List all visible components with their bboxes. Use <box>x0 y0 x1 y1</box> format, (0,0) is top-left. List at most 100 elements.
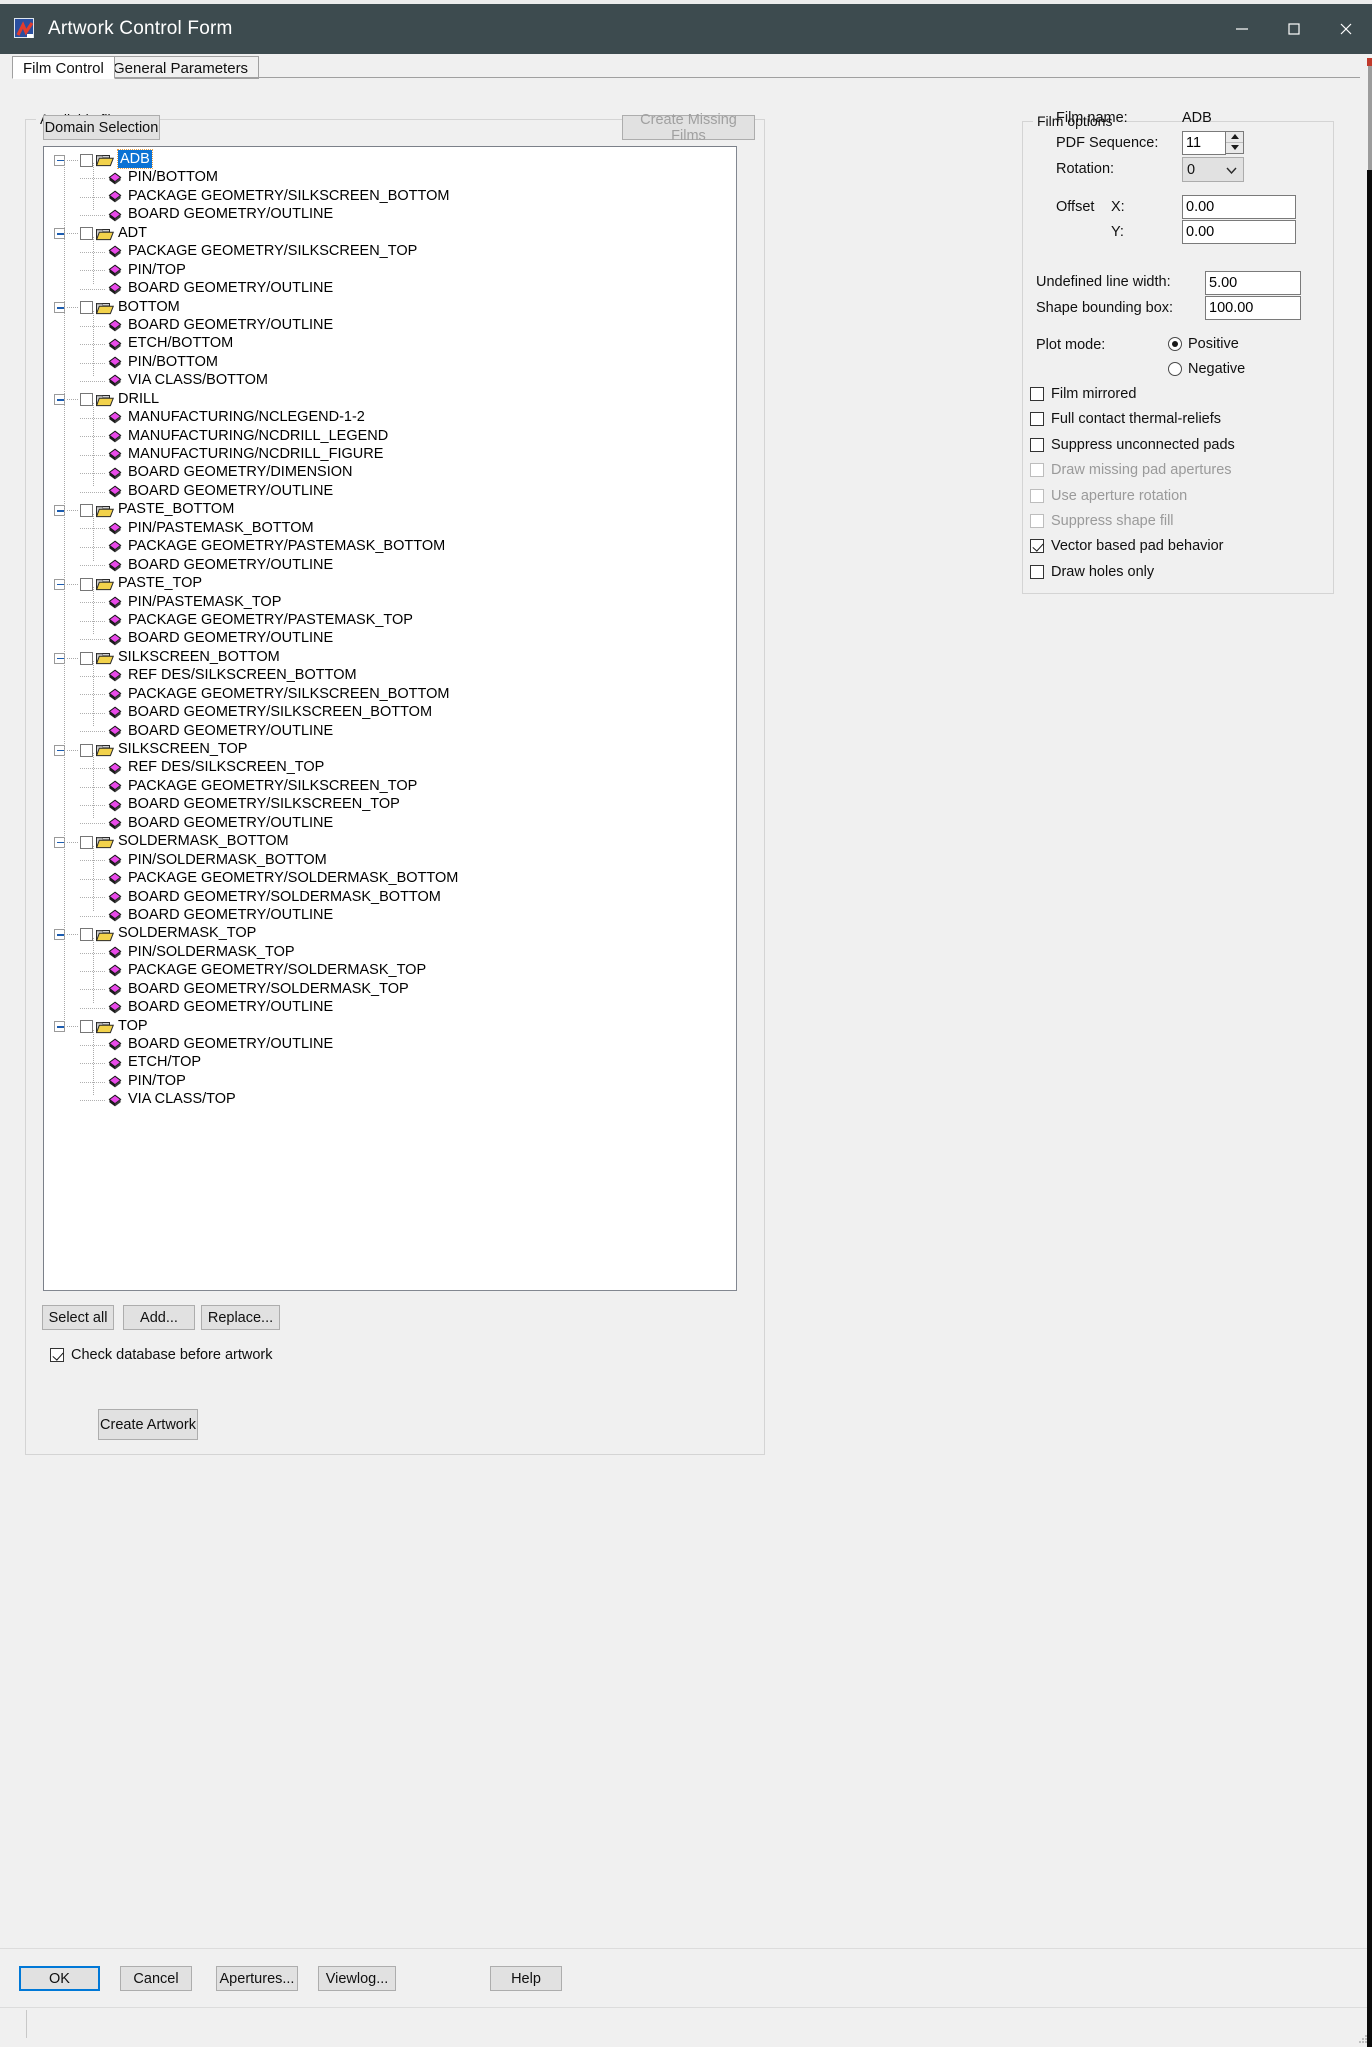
tree-item[interactable]: PIN/BOTTOM <box>44 169 736 187</box>
tree-item[interactable]: BOARD GEOMETRY/SOLDERMASK_BOTTOM <box>44 889 736 907</box>
add-button[interactable]: Add... <box>123 1305 195 1330</box>
tree-group-checkbox[interactable] <box>80 227 93 241</box>
help-button[interactable]: Help <box>490 1966 562 1991</box>
tree-group-checkbox[interactable] <box>80 651 93 665</box>
tree-item[interactable]: PACKAGE GEOMETRY/SILKSCREEN_BOTTOM <box>44 686 736 704</box>
option-checkbox-draw-holes-only[interactable]: Draw holes only <box>1030 564 1154 580</box>
stepper-down-icon[interactable] <box>1226 143 1243 154</box>
tree-group-checkbox[interactable] <box>80 1020 93 1034</box>
undefined-line-width-input[interactable] <box>1205 271 1301 295</box>
tree-item[interactable]: BOARD GEOMETRY/SILKSCREEN_BOTTOM <box>44 704 736 722</box>
option-checkbox-full-contact-thermal-reliefs[interactable]: Full contact thermal-reliefs <box>1030 411 1221 427</box>
create-missing-films-button[interactable]: Create Missing Films <box>622 112 755 144</box>
rotation-label: Rotation: <box>1056 161 1115 177</box>
tree-item[interactable]: BOARD GEOMETRY/OUTLINE <box>44 280 736 298</box>
pdf-sequence-input[interactable] <box>1182 131 1226 155</box>
tree-group-adb[interactable]: ADB <box>44 148 736 170</box>
tree-group-checkbox[interactable] <box>80 928 93 942</box>
tree-item[interactable]: PIN/TOP <box>44 1073 736 1091</box>
tree-item[interactable]: PACKAGE GEOMETRY/PASTEMASK_BOTTOM <box>44 538 736 556</box>
tree-group-paste_bottom[interactable]: PASTE_BOTTOM <box>44 501 736 519</box>
tree-item[interactable]: MANUFACTURING/NCLEGEND-1-2 <box>44 409 736 427</box>
tree-item[interactable]: MANUFACTURING/NCDRILL_LEGEND <box>44 428 736 446</box>
tree-item[interactable]: BOARD GEOMETRY/OUTLINE <box>44 630 736 648</box>
tree-item[interactable]: PACKAGE GEOMETRY/SOLDERMASK_BOTTOM <box>44 870 736 888</box>
check-database-before-artwork-checkbox[interactable]: Check database before artwork <box>50 1347 273 1363</box>
tree-group-drill[interactable]: DRILL <box>44 391 736 409</box>
apertures-button[interactable]: Apertures... <box>216 1966 298 1991</box>
offset-x-input[interactable] <box>1182 195 1296 219</box>
tree-item[interactable]: PACKAGE GEOMETRY/SILKSCREEN_TOP <box>44 243 736 261</box>
tree-group-soldermask_bottom[interactable]: SOLDERMASK_BOTTOM <box>44 833 736 851</box>
tree-item[interactable]: PACKAGE GEOMETRY/PASTEMASK_TOP <box>44 612 736 630</box>
tree-group-checkbox[interactable] <box>80 301 93 315</box>
maximize-button[interactable] <box>1268 4 1320 54</box>
tree-item[interactable]: PIN/SOLDERMASK_TOP <box>44 944 736 962</box>
tree-group-adt[interactable]: ADT <box>44 225 736 243</box>
ok-button[interactable]: OK <box>19 1966 100 1991</box>
tree-item[interactable]: PIN/PASTEMASK_BOTTOM <box>44 520 736 538</box>
select-all-button[interactable]: Select all <box>42 1305 114 1330</box>
tree-item[interactable]: BOARD GEOMETRY/DIMENSION <box>44 464 736 482</box>
tree-guide-line <box>93 236 94 285</box>
tree-item[interactable]: BOARD GEOMETRY/OUTLINE <box>44 815 736 833</box>
tree-item[interactable]: PACKAGE GEOMETRY/SILKSCREEN_TOP <box>44 778 736 796</box>
tree-group-soldermask_top[interactable]: SOLDERMASK_TOP <box>44 925 736 943</box>
tree-item[interactable]: REF DES/SILKSCREEN_BOTTOM <box>44 667 736 685</box>
tree-item[interactable]: BOARD GEOMETRY/OUTLINE <box>44 317 736 335</box>
tree-item[interactable]: BOARD GEOMETRY/OUTLINE <box>44 557 736 575</box>
shape-bounding-box-input[interactable] <box>1205 296 1301 320</box>
domain-selection-button[interactable]: Domain Selection <box>43 115 160 140</box>
tree-group-checkbox[interactable] <box>80 835 93 849</box>
tree-item[interactable]: VIA CLASS/BOTTOM <box>44 372 736 390</box>
tree-group-bottom[interactable]: BOTTOM <box>44 299 736 317</box>
tree-item[interactable]: PIN/TOP <box>44 262 736 280</box>
tab-general-parameters[interactable]: General Parameters <box>102 56 260 79</box>
create-artwork-button[interactable]: Create Artwork <box>98 1409 198 1440</box>
tree-item[interactable]: MANUFACTURING/NCDRILL_FIGURE <box>44 446 736 464</box>
tree-item[interactable]: BOARD GEOMETRY/OUTLINE <box>44 206 736 224</box>
tree-item[interactable]: BOARD GEOMETRY/SILKSCREEN_TOP <box>44 796 736 814</box>
tab-film-control[interactable]: Film Control <box>12 56 115 79</box>
tree-group-checkbox[interactable] <box>80 504 93 518</box>
tree-item[interactable]: ETCH/TOP <box>44 1054 736 1072</box>
tree-item[interactable]: PIN/SOLDERMASK_BOTTOM <box>44 852 736 870</box>
tree-item[interactable]: BOARD GEOMETRY/SOLDERMASK_TOP <box>44 981 736 999</box>
tree-item[interactable]: PIN/PASTEMASK_TOP <box>44 594 736 612</box>
tree-item[interactable]: VIA CLASS/TOP <box>44 1091 736 1109</box>
cancel-button[interactable]: Cancel <box>120 1966 192 1991</box>
tree-item[interactable]: BOARD GEOMETRY/OUTLINE <box>44 723 736 741</box>
tree-item[interactable]: PACKAGE GEOMETRY/SILKSCREEN_BOTTOM <box>44 188 736 206</box>
minimize-button[interactable] <box>1216 4 1268 54</box>
replace-button[interactable]: Replace... <box>201 1305 280 1330</box>
tree-item[interactable]: BOARD GEOMETRY/OUTLINE <box>44 1036 736 1054</box>
tree-item[interactable]: PACKAGE GEOMETRY/SOLDERMASK_TOP <box>44 962 736 980</box>
close-button[interactable] <box>1320 4 1372 54</box>
tree-group-checkbox[interactable] <box>80 393 93 407</box>
tree-group-checkbox[interactable] <box>80 153 93 167</box>
option-checkbox-vector-based-pad-behavior[interactable]: Vector based pad behavior <box>1030 538 1224 554</box>
pdf-sequence-stepper[interactable] <box>1226 131 1244 154</box>
tree-item-label: PIN/TOP <box>128 1072 186 1089</box>
available-films-tree[interactable]: ADB PIN/BOTTOM PACKAGE GEOMETRY/SILKSCREEN… <box>43 146 737 1291</box>
tree-item[interactable]: BOARD GEOMETRY/OUTLINE <box>44 907 736 925</box>
rotation-select[interactable]: 0 <box>1182 157 1244 182</box>
plot-mode-positive-radio[interactable]: Positive <box>1168 336 1239 352</box>
option-checkbox-film-mirrored[interactable]: Film mirrored <box>1030 386 1136 402</box>
stepper-up-icon[interactable] <box>1226 132 1243 143</box>
viewlog-button[interactable]: Viewlog... <box>318 1966 396 1991</box>
offset-y-input[interactable] <box>1182 220 1296 244</box>
tree-item[interactable]: ETCH/BOTTOM <box>44 335 736 353</box>
tree-group-checkbox[interactable] <box>80 743 93 757</box>
tree-group-silkscreen_top[interactable]: SILKSCREEN_TOP <box>44 741 736 759</box>
tree-group-silkscreen_bottom[interactable]: SILKSCREEN_BOTTOM <box>44 649 736 667</box>
tree-group-checkbox[interactable] <box>80 577 93 591</box>
option-checkbox-suppress-unconnected-pads[interactable]: Suppress unconnected pads <box>1030 437 1235 453</box>
tree-item[interactable]: BOARD GEOMETRY/OUTLINE <box>44 483 736 501</box>
tree-group-paste_top[interactable]: PASTE_TOP <box>44 575 736 593</box>
tree-item[interactable]: REF DES/SILKSCREEN_TOP <box>44 759 736 777</box>
plot-mode-negative-radio[interactable]: Negative <box>1168 361 1245 377</box>
tree-item[interactable]: BOARD GEOMETRY/OUTLINE <box>44 999 736 1017</box>
tree-group-top[interactable]: TOP <box>44 1018 736 1036</box>
tree-item[interactable]: PIN/BOTTOM <box>44 354 736 372</box>
